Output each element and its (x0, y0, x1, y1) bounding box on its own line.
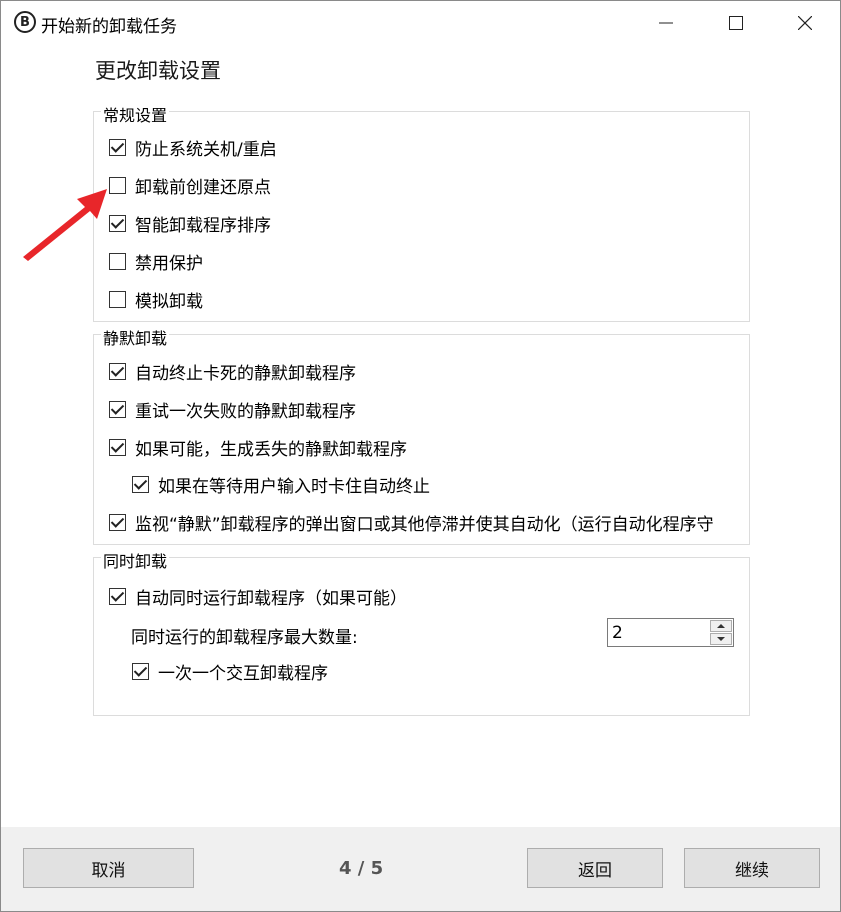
red-arrow-icon (23, 189, 107, 261)
checkbox-monitor-popups[interactable]: 监视“静默”卸载程序的弹出窗口或其他停滞并使其自动化（运行自动化程序守 (109, 510, 749, 535)
maximize-icon (729, 16, 743, 30)
cancel-button[interactable]: 取消 (23, 848, 194, 888)
page-heading: 更改卸载设置 (95, 59, 221, 83)
group-concurrent-legend: 同时卸载 (101, 548, 170, 572)
checkbox-box[interactable] (109, 588, 126, 605)
spin-up-icon[interactable] (710, 620, 732, 632)
checkbox-create-restore-point[interactable]: 卸载前创建还原点 (109, 173, 271, 198)
checkbox-smart-sort[interactable]: 智能卸载程序排序 (109, 211, 271, 236)
minimize-button[interactable] (631, 1, 701, 45)
checkbox-kill-waiting-input[interactable]: 如果在等待用户输入时卡住自动终止 (132, 472, 430, 497)
checkbox-retry-failed[interactable]: 重试一次失败的静默卸载程序 (109, 397, 356, 422)
checkbox-kill-stuck[interactable]: 自动终止卡死的静默卸载程序 (109, 359, 356, 384)
checkbox-one-interactive[interactable]: 一次一个交互卸载程序 (132, 659, 328, 684)
checkbox-box[interactable] (109, 439, 126, 456)
back-button[interactable]: 返回 (527, 848, 663, 888)
max-concurrent-spinner[interactable]: 2 (607, 618, 734, 647)
checkbox-auto-concurrent[interactable]: 自动同时运行卸载程序（如果可能） (109, 584, 407, 609)
maximize-button[interactable] (701, 1, 771, 45)
window-title: 开始新的卸载任务 (41, 17, 177, 37)
checkbox-box[interactable] (109, 363, 126, 380)
app-logo-icon: B (14, 11, 36, 33)
max-concurrent-label: 同时运行的卸载程序最大数量: (131, 628, 358, 648)
next-button[interactable]: 继续 (684, 848, 820, 888)
checkbox-generate-missing[interactable]: 如果可能，生成丢失的静默卸载程序 (109, 435, 407, 460)
close-icon (798, 16, 812, 30)
minimize-icon (659, 22, 673, 24)
title-bar: B 开始新的卸载任务 (1, 1, 840, 45)
max-concurrent-value[interactable]: 2 (612, 623, 623, 643)
checkbox-box[interactable] (109, 401, 126, 418)
checkbox-box[interactable] (109, 291, 126, 308)
group-silent-legend: 静默卸载 (101, 325, 170, 349)
checkbox-box[interactable] (132, 476, 149, 493)
checkbox-simulate-uninstall[interactable]: 模拟卸载 (109, 287, 203, 312)
spinner-buttons (710, 620, 732, 645)
spin-down-icon[interactable] (710, 633, 732, 645)
checkbox-prevent-shutdown[interactable]: 防止系统关机/重启 (109, 135, 277, 160)
checkbox-box[interactable] (109, 514, 126, 531)
checkbox-box[interactable] (132, 663, 149, 680)
dialog-window: B 开始新的卸载任务 更改卸载设置 常规设置 防止系统关机/重启 卸载前创建还原… (0, 0, 841, 912)
group-general-legend: 常规设置 (101, 102, 170, 126)
close-button[interactable] (770, 1, 840, 45)
page-indicator: 4 / 5 (339, 858, 384, 879)
checkbox-disable-protection[interactable]: 禁用保护 (109, 249, 203, 274)
checkbox-box[interactable] (109, 139, 126, 156)
